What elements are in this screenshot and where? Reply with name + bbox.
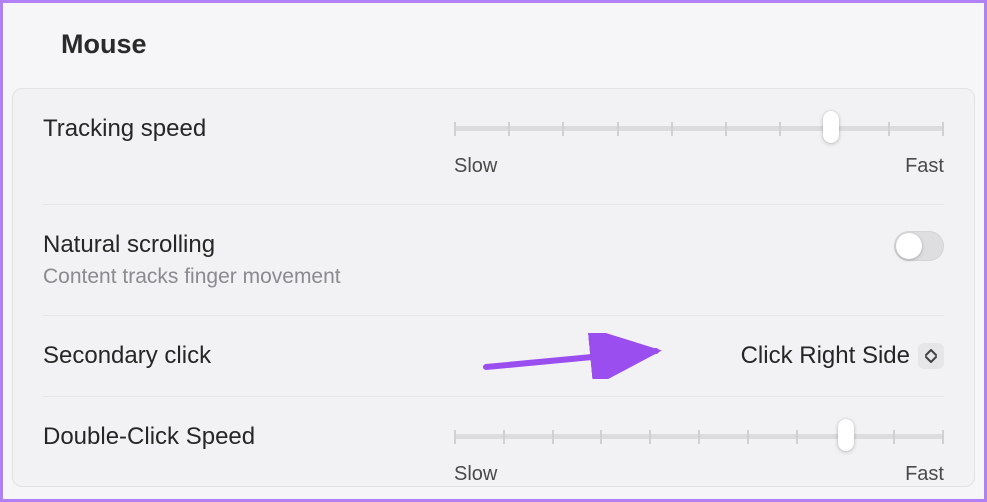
slider-tick [779, 122, 781, 136]
row-natural-scrolling: Natural scrolling Content tracks finger … [43, 205, 944, 316]
slider-tick [796, 430, 798, 444]
slider-tick [649, 430, 651, 444]
toggle-knob [896, 233, 922, 259]
settings-panel: Tracking speed Slow Fast Natural scrolli… [12, 88, 975, 487]
row-secondary-click: Secondary click Click Right Side [43, 316, 944, 397]
slider-tick [562, 122, 564, 136]
slider-tick [617, 122, 619, 136]
double-click-speed-slider[interactable]: Slow Fast [454, 423, 944, 486]
slider-min-label: Slow [454, 155, 497, 178]
tracking-speed-slider[interactable]: Slow Fast [454, 115, 944, 178]
slider-tick [725, 122, 727, 136]
slider-ticks [454, 122, 944, 136]
tracking-speed-label: Tracking speed [43, 115, 423, 143]
slider-tick [454, 122, 456, 136]
slider-tick [942, 430, 944, 444]
secondary-click-dropdown[interactable]: Click Right Side [741, 342, 944, 370]
page-title: Mouse [3, 3, 984, 60]
dropdown-value: Click Right Side [741, 342, 910, 370]
slider-thumb[interactable] [838, 419, 854, 451]
secondary-click-label: Secondary click [43, 342, 423, 370]
slider-tick [698, 430, 700, 444]
slider-min-label: Slow [454, 463, 497, 486]
slider-ticks [454, 430, 944, 444]
row-double-click-speed: Double-Click Speed Slow Fast [43, 397, 944, 486]
slider-tick [942, 122, 944, 136]
slider-thumb[interactable] [823, 111, 839, 143]
updown-chevrons-icon [918, 343, 944, 369]
natural-scrolling-toggle[interactable] [894, 231, 944, 261]
slider-max-label: Fast [905, 155, 944, 178]
natural-scrolling-sublabel: Content tracks finger movement [43, 265, 423, 289]
slider-tick [893, 430, 895, 444]
row-tracking-speed: Tracking speed Slow Fast [43, 89, 944, 205]
slider-tick [508, 122, 510, 136]
slider-tick [503, 430, 505, 444]
natural-scrolling-label: Natural scrolling [43, 231, 423, 259]
slider-max-label: Fast [905, 463, 944, 486]
slider-tick [747, 430, 749, 444]
slider-tick [888, 122, 890, 136]
slider-tick [552, 430, 554, 444]
slider-tick [600, 430, 602, 444]
slider-tick [671, 122, 673, 136]
double-click-speed-label: Double-Click Speed [43, 423, 423, 451]
slider-tick [454, 430, 456, 444]
